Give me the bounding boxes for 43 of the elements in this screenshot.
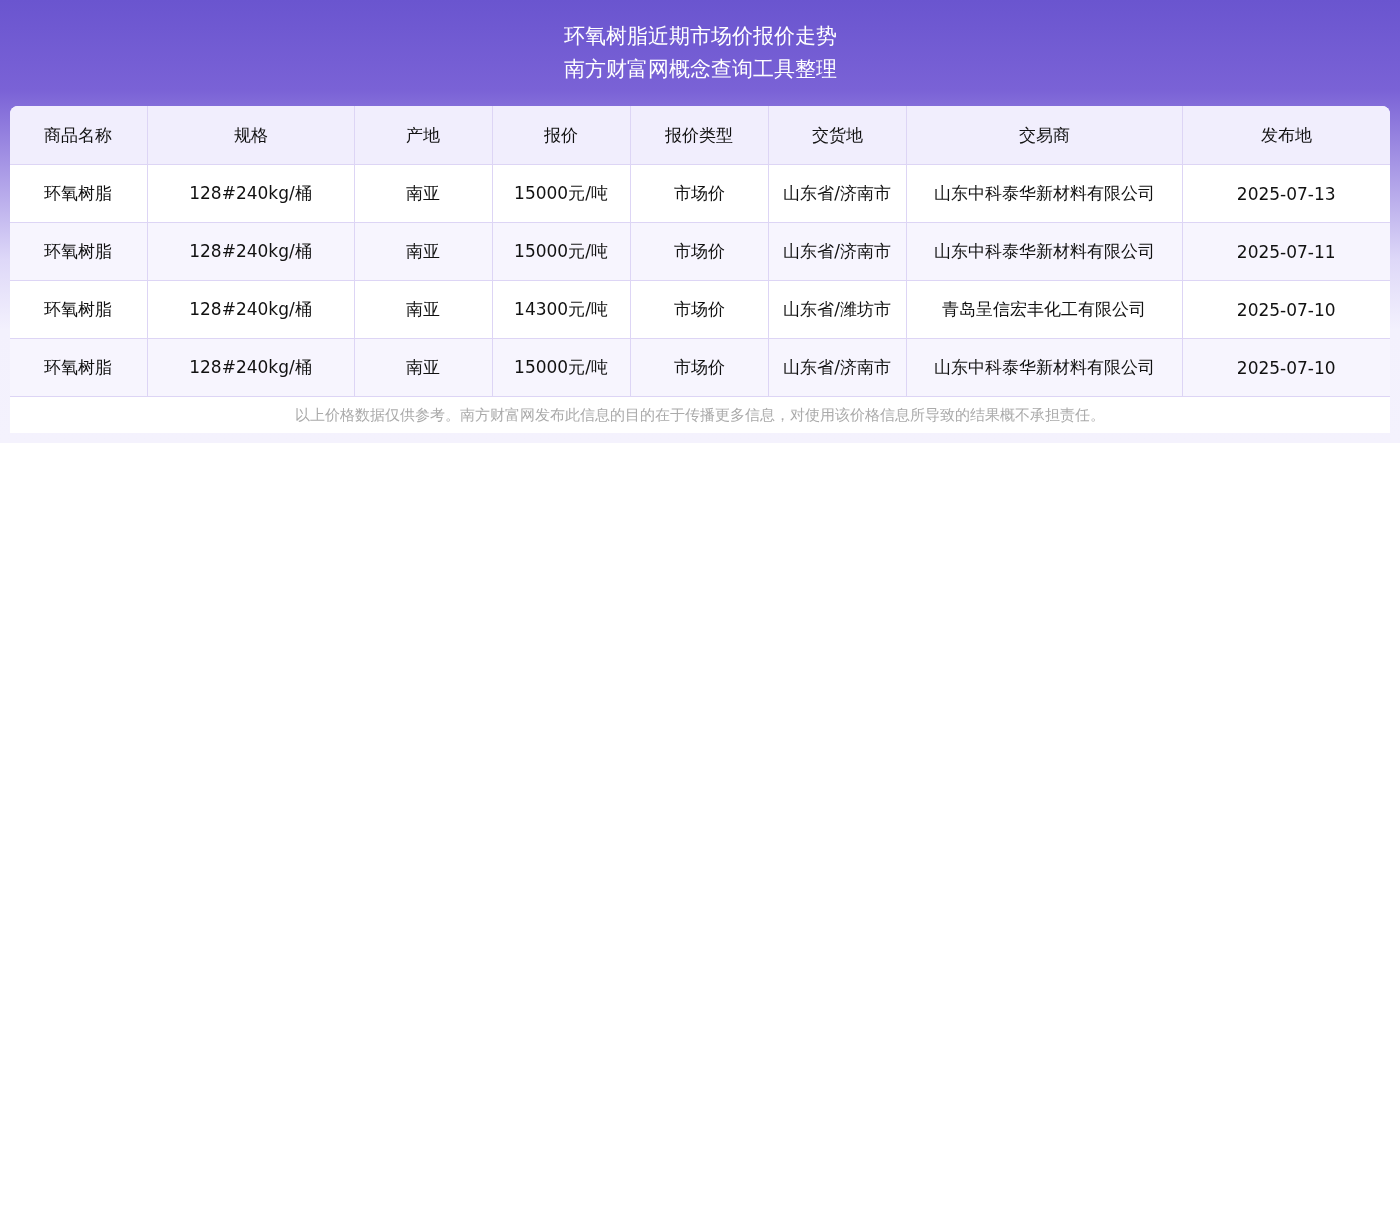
column-header: 报价类型 [630,106,768,165]
table-cell: 山东省/潍坊市 [768,280,906,339]
column-header: 发布地 [1182,106,1390,165]
table-cell: 南亚 [354,222,492,281]
table-cell: 环氧树脂 [10,280,147,339]
table-cell: 15000元/吨 [492,222,630,281]
table-cell: 14300元/吨 [492,280,630,339]
table-cell: 山东中科泰华新材料有限公司 [906,222,1182,281]
table-cell: 2025-07-11 [1182,222,1390,281]
table-cell: 青岛呈信宏丰化工有限公司 [906,280,1182,339]
page-title: 环氧树脂近期市场价报价走势 [562,23,838,50]
column-header: 商品名称 [10,106,147,165]
table-cell: 南亚 [354,338,492,397]
table-cell: 山东中科泰华新材料有限公司 [906,338,1182,397]
table-cell: 南亚 [354,164,492,223]
table-cell: 山东中科泰华新材料有限公司 [906,164,1182,223]
table-cell: 市场价 [630,338,768,397]
column-header: 报价 [492,106,630,165]
page-title: 南方财富网概念查询工具整理 [562,56,838,83]
table-cell: 2025-07-10 [1182,280,1390,339]
table-cell: 128#240kg/桶 [147,164,354,223]
table-cell: 2025-07-10 [1182,338,1390,397]
table-cell: 2025-07-13 [1182,164,1390,223]
table-cell: 山东省/济南市 [768,222,906,281]
table-cell: 15000元/吨 [492,164,630,223]
table-cell: 15000元/吨 [492,338,630,397]
table-cell: 环氧树脂 [10,222,147,281]
table-cell: 环氧树脂 [10,164,147,223]
column-header: 交货地 [768,106,906,165]
table-cell: 山东省/济南市 [768,338,906,397]
table-cell: 128#240kg/桶 [147,222,354,281]
column-header: 交易商 [906,106,1182,165]
table-cell: 环氧树脂 [10,338,147,397]
table-cell: 市场价 [630,164,768,223]
disclaimer-text: 以上价格数据仅供参考。南方财富网发布此信息的目的在于传播更多信息，对使用该价格信息所导致的结果概不承担责任。 [10,396,1390,433]
table-cell: 南亚 [354,280,492,339]
table-cell: 128#240kg/桶 [147,280,354,339]
table-cell: 128#240kg/桶 [147,338,354,397]
table-cell: 山东省/济南市 [768,164,906,223]
column-header: 规格 [147,106,354,165]
column-header: 产地 [354,106,492,165]
table-cell: 市场价 [630,222,768,281]
table-cell: 市场价 [630,280,768,339]
